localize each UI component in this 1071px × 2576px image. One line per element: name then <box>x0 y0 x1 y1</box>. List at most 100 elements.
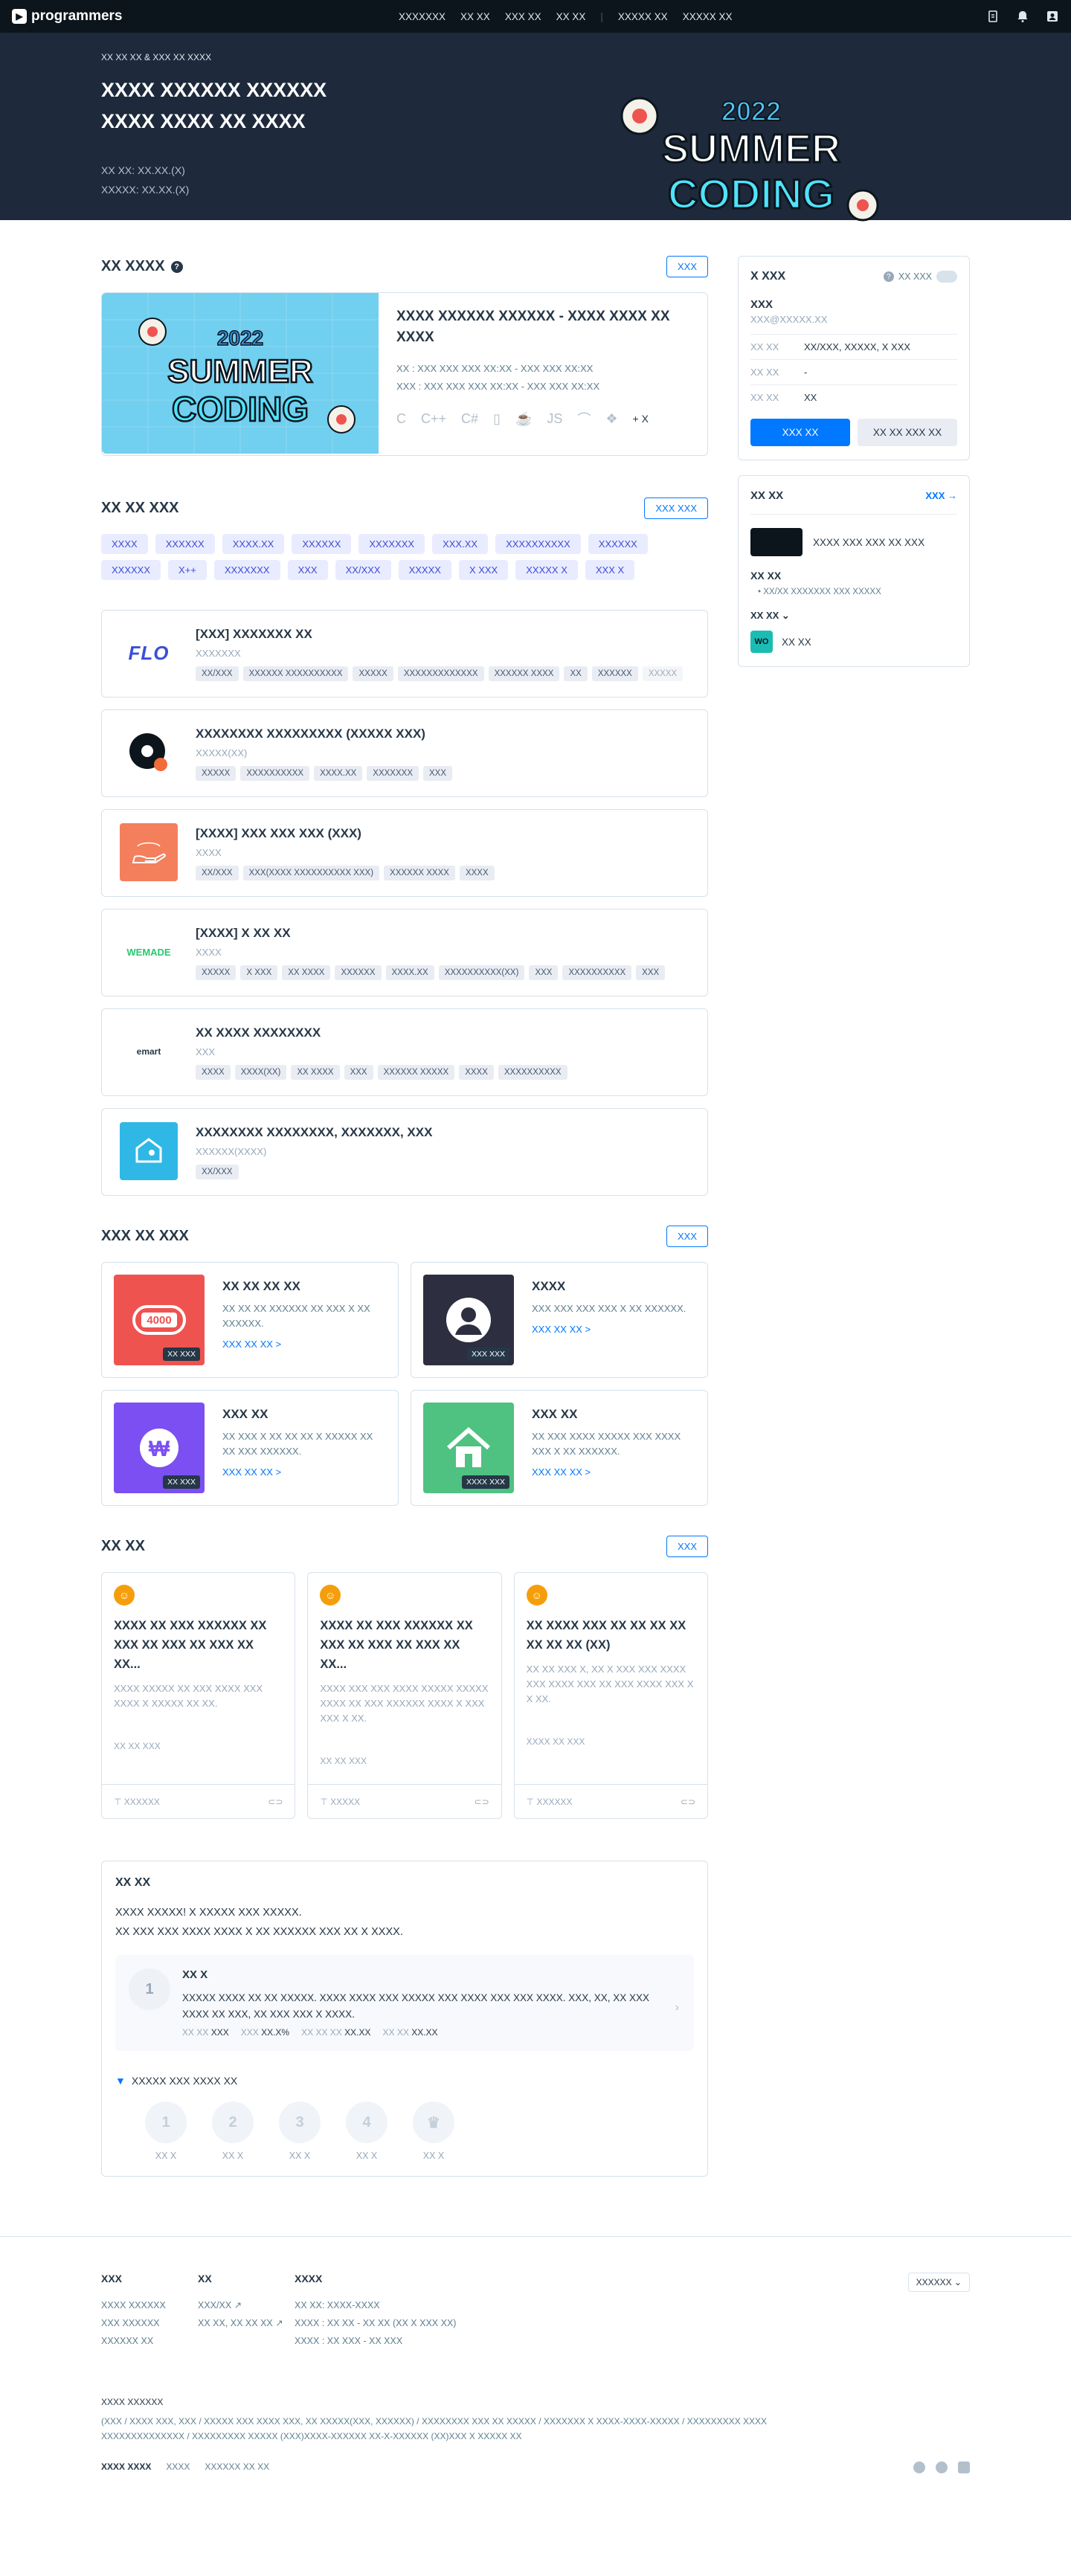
events-all-link[interactable]: XXX → <box>925 490 957 501</box>
service-card[interactable]: 4000 XX XXX XX XX XX XX XX XX XX XXXXXX … <box>101 1262 399 1378</box>
kotlin-icon: ⌒ <box>577 412 591 427</box>
news-card[interactable]: ☺ XX XXXX XXX XX XX XX XX XX XX XX (XX) … <box>513 1572 708 1819</box>
job-tag[interactable]: XXX.XX <box>432 534 489 554</box>
news-meta: XX XX XXX <box>320 1756 367 1766</box>
footer-link[interactable]: XX XX, XX XX XX ↗ <box>198 2314 295 2332</box>
job-title: [XXXX] XXX XXX XXX (XXX) <box>196 826 361 840</box>
job-tag[interactable]: X++ <box>168 560 207 580</box>
job-tag[interactable]: XXXXXX <box>155 534 215 554</box>
policy-link[interactable]: XXXXXX XX XX <box>205 2461 269 2473</box>
level-detail-box[interactable]: 1 XX X XXXXX XXXX XX XX XXXXX. XXXX XXXX… <box>115 1955 694 2051</box>
service-card[interactable]: ₩ XX XXX XXX XX XX XXX X XX XX XX X XXXX… <box>101 1390 399 1506</box>
job-tag[interactable]: XXXXX <box>398 560 451 580</box>
notice-item[interactable]: • XX/XX XXXXXXX XXX XXXXX <box>750 587 957 596</box>
company-info: XXXX XXXXXX (XXX / XXXX XXX, XXX / XXXXX… <box>101 2395 970 2444</box>
document-icon[interactable] <box>986 10 1000 23</box>
job-tag[interactable]: XXXXXXX <box>213 560 280 580</box>
job-tag[interactable]: XXXXXX <box>101 560 161 580</box>
toggle-switch[interactable] <box>936 271 957 283</box>
skill-chip: XXXXXX XXXX <box>384 866 455 880</box>
job-tag[interactable]: XXXX.XX <box>222 534 285 554</box>
help-icon[interactable]: ? <box>170 260 183 273</box>
blog-icon[interactable] <box>958 2461 970 2473</box>
job-tag[interactable]: XXXXX X <box>515 560 578 580</box>
news-card[interactable]: ☺ XXXX XX XXX XXXXXX XX XXX XX XXX XX XX… <box>101 1572 296 1819</box>
bell-icon[interactable] <box>1016 10 1029 23</box>
job-tag[interactable]: X XXX <box>458 560 509 580</box>
job-tag[interactable]: XXXXXX <box>292 534 352 554</box>
footer-link[interactable]: XXXX XXXXXX <box>101 2296 198 2314</box>
level-item[interactable]: 2 XX X <box>212 2102 254 2161</box>
job-card[interactable]: XXXXXXXX XXXXXXXXX (XXXXX XXX) XXXXX(XX)… <box>101 709 708 797</box>
job-tag[interactable]: XXXXXXXXXX <box>495 534 581 554</box>
secondary-action-button[interactable]: XX XX XXX XX <box>858 419 957 446</box>
news-card[interactable]: ☺ XXXX XX XXX XXXXXX XX XXX XX XXX XX XX… <box>307 1572 502 1819</box>
news-title: XXXX XX XXX XXXXXX XX XXX XX XXX XX XXX … <box>114 1619 267 1671</box>
level-item[interactable]: 1 XX X <box>145 2102 187 2161</box>
job-title: [XXX] XXXXXXX XX <box>196 627 312 641</box>
footer-link[interactable]: XXXXXX XX <box>101 2332 198 2350</box>
job-card[interactable]: FLO [XXX] XXXXXXX XX XXXXXXX XX/XXX XXXX… <box>101 610 708 698</box>
news-desc: XXXX XXXXX XX XXX XXXX XXX XXXX X XXXXX … <box>114 1683 263 1709</box>
job-tag[interactable]: XXXX <box>101 534 148 554</box>
footer-link[interactable]: XXX/XX ↗ <box>198 2296 295 2314</box>
job-card[interactable]: emart XX XXXX XXXXXXXX XXX XXXX XXXX(XX)… <box>101 1008 708 1096</box>
primary-action-button[interactable]: XXX XX <box>750 419 850 446</box>
service-card[interactable]: XXX XXX XXXX XXX XXX XXX XXX X XX XXXXXX… <box>411 1262 708 1378</box>
profile-icon[interactable] <box>1046 10 1059 23</box>
service-more-link[interactable]: XXX XX XX > <box>532 1466 695 1478</box>
event-item[interactable]: XXXX XXX XXX XX XXX <box>750 528 957 556</box>
job-tag[interactable]: XXXXXX <box>588 534 648 554</box>
job-card[interactable]: [XXXX] XXX XXX XXX (XXX) XXXX XX/XXX XXX… <box>101 809 708 897</box>
company-item[interactable]: WO XX XX <box>750 631 957 653</box>
nav-link-4[interactable]: XX XX <box>556 11 586 22</box>
link-icon[interactable]: ⊂⊃ <box>681 1797 695 1807</box>
job-tag[interactable]: XXX <box>287 560 328 580</box>
service-card[interactable]: XXXX XXX XXX XX XX XXX XXXX XXXXX XXX XX… <box>411 1390 708 1506</box>
footer-column: XXX XXXX XXXXXX XXX XXXXXX XXXXXX XX <box>101 2273 198 2350</box>
service-more-link[interactable]: XXX XX XX > <box>222 1466 386 1478</box>
news-all-button[interactable]: XXX <box>666 1536 708 1557</box>
level-item[interactable]: ♛ XX X <box>413 2102 454 2161</box>
featured-title[interactable]: XXXX XXXXXX XXXXXX - XXXX XXXX XX XXXX <box>396 306 689 348</box>
job-card[interactable]: WEMADE [XXXX] X XX XX XXXX XXXXX X XXX X… <box>101 909 708 996</box>
more-toggle[interactable]: XX XX ⌄ <box>750 610 957 622</box>
featured-challenge-card[interactable]: 2022 SUMMER CODING XXXX XXXXXX XXXXXX - … <box>101 292 708 456</box>
job-tag[interactable]: XXXXXXX <box>358 534 425 554</box>
featured-schedule-1: XX : XXX XXX XXX XX:XX - XXX XXX XX:XX <box>396 363 594 374</box>
service-more-link[interactable]: XXX XX XX > <box>532 1324 686 1335</box>
nav-link-6[interactable]: XXXXX XX <box>683 11 733 22</box>
policy-link[interactable]: XXXX <box>166 2461 190 2473</box>
skill-chip: XXXXXXXXXX <box>498 1065 567 1080</box>
policy-link[interactable]: XXXX XXXX <box>101 2461 151 2473</box>
footer-column-title: XXXX <box>295 2273 323 2284</box>
featured-all-button[interactable]: XXX <box>666 256 708 277</box>
language-select[interactable]: XXXXXX ⌄ <box>907 2273 970 2292</box>
job-tag[interactable]: XXX X <box>585 560 635 580</box>
service-more-link[interactable]: XXX XX XX > <box>222 1339 386 1350</box>
jobs-all-button[interactable]: XXX XXX <box>644 498 708 519</box>
job-tag[interactable]: XX/XXX <box>335 560 391 580</box>
footer-link[interactable]: XXX XXXXXX <box>101 2314 198 2332</box>
visibility-toggle[interactable]: ? XX XXX <box>883 271 957 283</box>
link-icon[interactable]: ⊂⊃ <box>475 1797 489 1807</box>
level-item[interactable]: 4 XX X <box>346 2102 387 2161</box>
nav-link-1[interactable]: XXXXXXX <box>399 11 446 22</box>
skill-chip: XXX <box>636 965 666 980</box>
link-icon[interactable]: ⊂⊃ <box>268 1797 283 1807</box>
level-detail-text: XXXXX XXXX XX XX XXXXX. XXXX XXXX XXX XX… <box>182 1992 650 2020</box>
facebook-icon[interactable] <box>913 2461 925 2473</box>
news-section-title: XX XX <box>101 1538 145 1554</box>
chevron-right-icon[interactable]: › <box>675 2001 679 2015</box>
job-card[interactable]: XXXXXXXX XXXXXXXX, XXXXXXX, XXX XXXXXX(X… <box>101 1108 708 1196</box>
event-thumbnail <box>750 528 803 556</box>
youtube-icon[interactable] <box>936 2461 948 2473</box>
brand[interactable]: ▶ programmers <box>12 8 361 25</box>
nav-link-5[interactable]: XXXXX XX <box>618 11 668 22</box>
nav-link-3[interactable]: XXX XX <box>505 11 541 22</box>
level-item[interactable]: 3 XX X <box>279 2102 321 2161</box>
skill-chip: XX/XXX <box>196 1165 239 1179</box>
job-company: XXXXX(XX) <box>196 747 248 759</box>
nav-link-2[interactable]: XX XX <box>460 11 490 22</box>
services-all-button[interactable]: XXX <box>666 1226 708 1247</box>
